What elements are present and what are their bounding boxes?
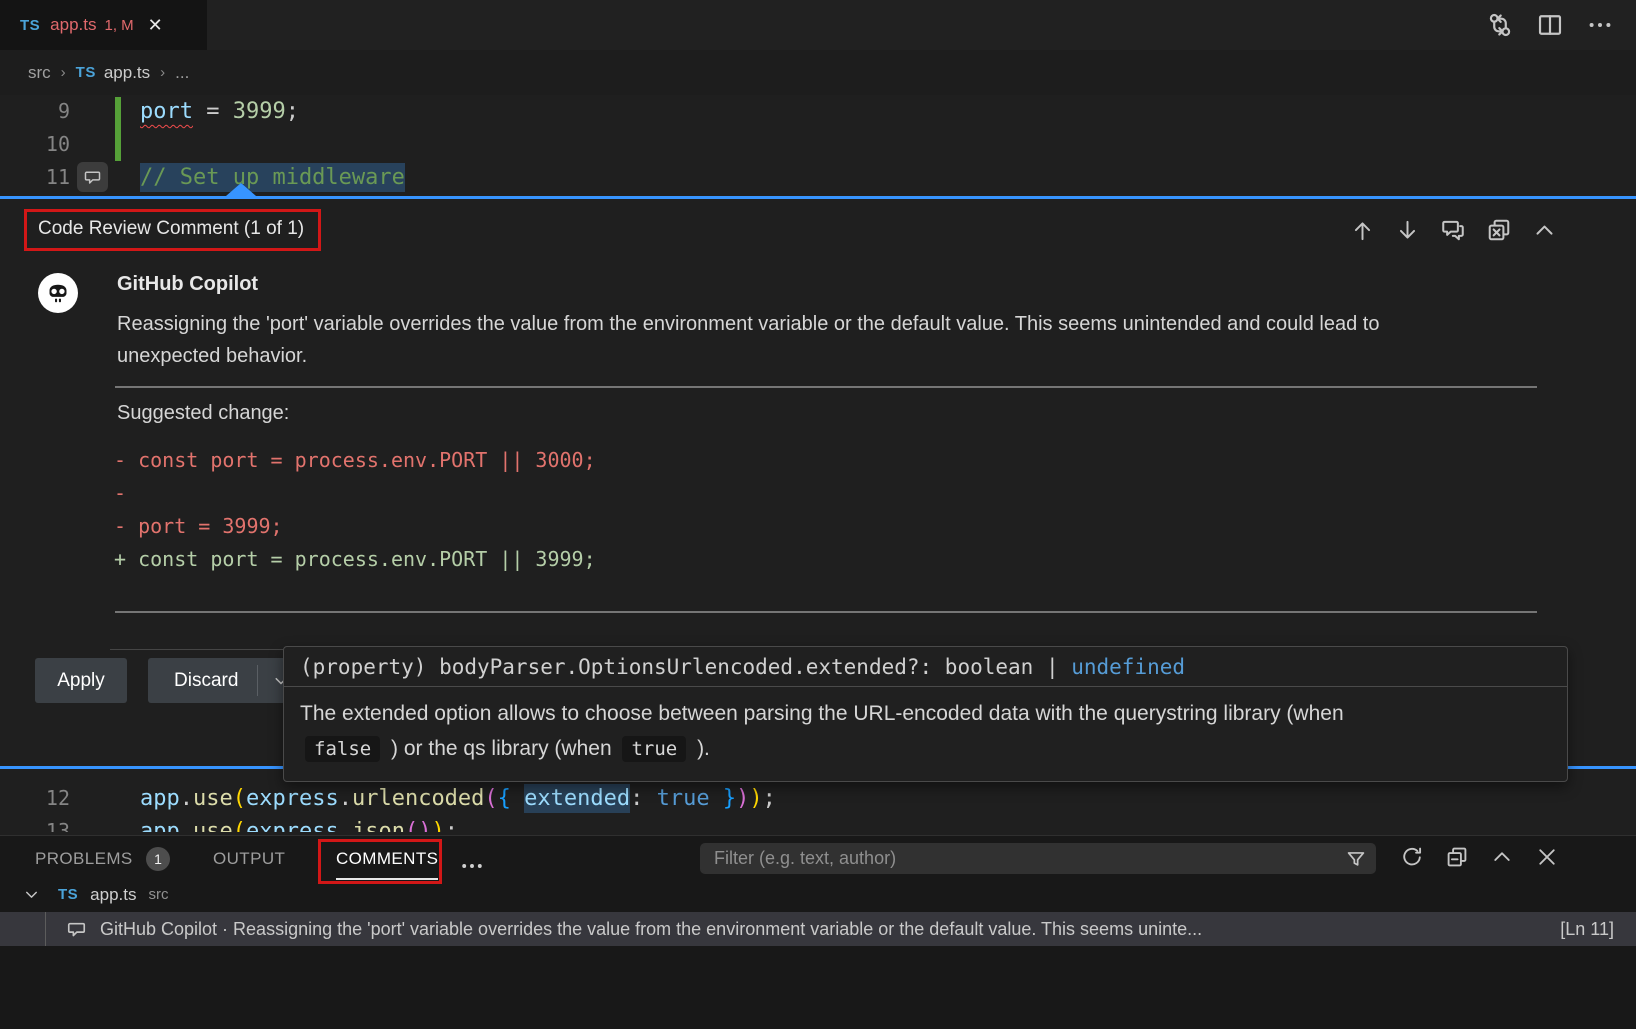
tab-comments[interactable]: COMMENTS xyxy=(336,849,438,880)
typescript-file-icon: TS xyxy=(76,64,96,81)
tooltip-signature: (property) bodyParser.OptionsUrlencoded.… xyxy=(284,647,1567,686)
comment-preview: GitHub Copilot · Reassigning the 'port' … xyxy=(100,912,1511,946)
tab-app-ts[interactable]: TS app.ts 1, M ✕ xyxy=(0,0,207,50)
typescript-file-icon: TS xyxy=(20,17,40,34)
editor-tab-bar: TS app.ts 1, M ✕ xyxy=(0,0,1636,50)
typescript-file-icon: TS xyxy=(58,886,78,903)
bottom-panel: PROBLEMS 1 OUTPUT COMMENTS xyxy=(0,835,1636,1029)
comment-widget-actions xyxy=(1350,217,1557,243)
discard-split-button[interactable]: Discard xyxy=(148,658,302,703)
code-editor[interactable]: 9 port = 3999; 10 11 // Set up middlewar… xyxy=(0,95,1636,196)
discard-button-label[interactable]: Discard xyxy=(174,670,238,692)
breadcrumb-file[interactable]: app.ts xyxy=(104,63,150,83)
more-tabs-icon[interactable] xyxy=(459,853,485,879)
chevron-right-icon: › xyxy=(61,64,66,81)
tab-title: app.ts xyxy=(50,15,96,35)
tab-problems[interactable]: PROBLEMS xyxy=(35,849,133,869)
tab-output[interactable]: OUTPUT xyxy=(213,849,285,869)
next-comment-icon[interactable] xyxy=(1395,218,1420,243)
comment-author: GitHub Copilot xyxy=(117,273,258,296)
tooltip-description: The extended option allows to choose bet… xyxy=(284,687,1567,781)
tree-file-name: app.ts xyxy=(90,885,136,905)
tab-decorations: 1, M xyxy=(104,17,133,34)
apply-button[interactable]: Apply xyxy=(35,658,127,703)
comments-filter xyxy=(700,843,1376,874)
comment-icon xyxy=(66,919,87,940)
hover-tooltip: (property) bodyParser.OptionsUrlencoded.… xyxy=(283,646,1568,782)
code-text: // Set up middleware xyxy=(140,161,405,194)
collapse-all-icon[interactable] xyxy=(1445,845,1469,869)
divider xyxy=(110,649,283,650)
previous-comment-icon[interactable] xyxy=(1350,218,1375,243)
split-editor-icon[interactable] xyxy=(1536,11,1564,39)
editor-actions xyxy=(1486,11,1614,39)
code-text: port = 3999; xyxy=(140,95,299,128)
filter-input[interactable] xyxy=(700,843,1376,874)
annotation-box-title: Code Review Comment (1 of 1) xyxy=(24,209,321,251)
code-line-9: 9 port = 3999; xyxy=(0,95,1636,128)
comments-tree-file-row[interactable]: TS app.ts src xyxy=(0,879,1636,910)
code-text: app.use(express.json()); xyxy=(140,815,458,832)
code-line-13-partial: 13 app.use(express.json()); xyxy=(0,815,1636,832)
breadcrumb: src › TS app.ts › ... xyxy=(0,50,1636,95)
line-number: 10 xyxy=(0,128,70,161)
maximize-panel-icon[interactable] xyxy=(1490,845,1514,869)
more-actions-icon[interactable] xyxy=(1586,11,1614,39)
line-number: 13 xyxy=(0,815,70,832)
tree-file-path: src xyxy=(148,886,168,903)
tree-indent-guide xyxy=(45,912,46,946)
collapse-widget-icon[interactable] xyxy=(1532,218,1557,243)
comments-tree-comment-row[interactable]: GitHub Copilot · Reassigning the 'port' … xyxy=(0,912,1636,946)
copilot-avatar xyxy=(38,273,78,313)
comment-discussion-icon[interactable] xyxy=(1440,217,1466,243)
close-panel-icon[interactable] xyxy=(1535,845,1559,869)
filter-funnel-icon[interactable] xyxy=(1345,848,1367,870)
divider xyxy=(257,665,258,696)
problems-count-badge: 1 xyxy=(146,847,170,871)
panel-actions xyxy=(1400,845,1559,869)
divider xyxy=(115,611,1537,613)
comment-thread-gutter-button[interactable] xyxy=(77,162,108,192)
code-text: app.use(express.urlencoded({ extended: t… xyxy=(140,782,776,815)
line-number: 9 xyxy=(0,95,70,128)
close-all-comments-icon[interactable] xyxy=(1486,217,1512,243)
vscode-window: TS app.ts 1, M ✕ xyxy=(0,0,1636,1029)
comment-anchor-arrow xyxy=(226,183,256,196)
divider xyxy=(115,386,1537,388)
code-line-10: 10 xyxy=(0,128,1636,161)
comment-body: Reassigning the 'port' variable override… xyxy=(117,308,1545,372)
suggested-change-diff: - const port = process.env.PORT || 3000;… xyxy=(114,444,596,576)
line-number: 12 xyxy=(0,782,70,815)
compare-changes-icon[interactable] xyxy=(1486,11,1514,39)
tab-close-icon[interactable]: ✕ xyxy=(148,15,163,36)
chevron-right-icon: › xyxy=(160,64,165,81)
code-line-12: 12 app.use(express.urlencoded({ extended… xyxy=(0,782,1636,815)
breadcrumb-more[interactable]: ... xyxy=(175,63,189,83)
comment-line-ref: [Ln 11] xyxy=(1560,912,1614,946)
breadcrumb-folder[interactable]: src xyxy=(28,63,51,83)
line-number: 11 xyxy=(0,161,70,194)
chevron-down-icon[interactable] xyxy=(22,885,41,904)
refresh-icon[interactable] xyxy=(1400,845,1424,869)
comment-widget-title: Code Review Comment (1 of 1) xyxy=(38,218,304,239)
suggested-change-label: Suggested change: xyxy=(117,402,289,425)
